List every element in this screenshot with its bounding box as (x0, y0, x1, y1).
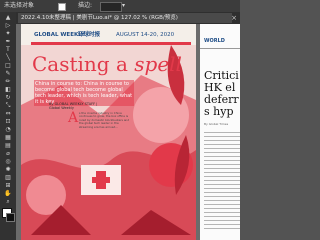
side-section-name: WORLD (204, 38, 225, 44)
side-body-text (204, 132, 240, 232)
stroke-swatch[interactable] (6, 213, 15, 222)
side-headline: Critici HK el deferr s hyp (204, 69, 239, 118)
stroke-dropdown[interactable] (100, 2, 122, 12)
rotate-tool-icon[interactable]: ↻ (3, 94, 13, 102)
fill-stroke-swatches[interactable] (2, 208, 15, 222)
stroke-label: 描边: (78, 2, 93, 9)
adjacent-page[interactable]: WORLD Critici HK el deferr s hyp By Glob… (200, 24, 240, 240)
direct-selection-tool-icon[interactable]: ▷ (3, 22, 13, 30)
eyedropper-tool-icon[interactable]: ⌀ (3, 150, 13, 158)
issue-date: AUGUST 14-20, 2020 (116, 32, 175, 38)
drop-cap: A (68, 110, 79, 126)
symbol-sprayer-tool-icon[interactable]: ✺ (3, 166, 13, 174)
paintbrush-tool-icon[interactable]: ✎ (3, 70, 13, 78)
page-header: GLOBAL WEEKLY 环球时报 AUGUST 14-20, 2020 (34, 31, 194, 40)
line-tool-icon[interactable]: ╲ (3, 54, 13, 62)
pencil-tool-icon[interactable]: ✏ (3, 78, 13, 86)
byline: By GLOBAL WEEKLY STAFF | Global Weekly (49, 102, 98, 110)
document-tab-bar: 2022.4.10未整理稿 | 美剧节Luo.ai* @ 127.02 % (R… (16, 12, 240, 24)
free-transform-tool-icon[interactable]: ⊡ (3, 118, 13, 126)
body-text: s the cinema industry in China continues… (79, 111, 130, 129)
document-tab[interactable]: 2022.4.10未整理稿 | 美剧节Luo.ai* @ 127.02 % (R… (18, 13, 232, 23)
headline-italic: spell (134, 52, 182, 76)
fill-swatch-mini[interactable] (58, 3, 66, 11)
side-rule (200, 48, 240, 49)
artboard-canvas[interactable]: GLOBAL WEEKLY 环球时报 AUGUST 14-20, 2020 Ca… (16, 24, 240, 240)
scale-tool-icon[interactable]: ⤡ (3, 102, 13, 110)
eraser-tool-icon[interactable]: ◧ (3, 86, 13, 94)
paper-logo: 环球时报 (78, 32, 101, 38)
zoom-tool-icon[interactable]: ⌕ (3, 198, 13, 206)
magic-wand-tool-icon[interactable]: ✦ (3, 30, 13, 38)
pen-tool-icon[interactable]: ✒ (3, 38, 13, 46)
headline: Casting a spell (32, 52, 182, 76)
control-bar: 未选择对象 描边: ▾ (0, 0, 240, 12)
artboard-tool-icon[interactable]: ⊞ (3, 182, 13, 190)
rectangle-tool-icon[interactable]: □ (3, 62, 13, 70)
gradient-tool-icon[interactable]: ▤ (3, 142, 13, 150)
hand-tool-icon[interactable]: ✋ (3, 190, 13, 198)
newspaper-page[interactable]: GLOBAL WEEKLY 环球时报 AUGUST 14-20, 2020 Ca… (21, 24, 196, 240)
perspective-tool-icon[interactable]: ▦ (3, 134, 13, 142)
shape-builder-tool-icon[interactable]: ◔ (3, 126, 13, 134)
blend-tool-icon[interactable]: ◎ (3, 158, 13, 166)
selection-tool-icon[interactable]: ▲ (3, 14, 13, 22)
graph-tool-icon[interactable]: ▥ (3, 174, 13, 182)
type-tool-icon[interactable]: T (3, 46, 13, 54)
tools-panel: ▲ ▷ ✦ ✒ T ╲ □ ✎ ✏ ◧ ↻ ⤡ ⇔ ⊡ ◔ ▦ ▤ ⌀ ◎ ✺ ▥ ⊞ ✋ ⌕ (0, 12, 16, 240)
selection-status: 未选择对象 (4, 2, 35, 9)
width-tool-icon[interactable]: ⇔ (3, 110, 13, 118)
close-icon[interactable]: × (230, 13, 238, 23)
side-byline: By Global Times (204, 122, 229, 126)
chevron-down-icon[interactable]: ▾ (122, 0, 125, 12)
